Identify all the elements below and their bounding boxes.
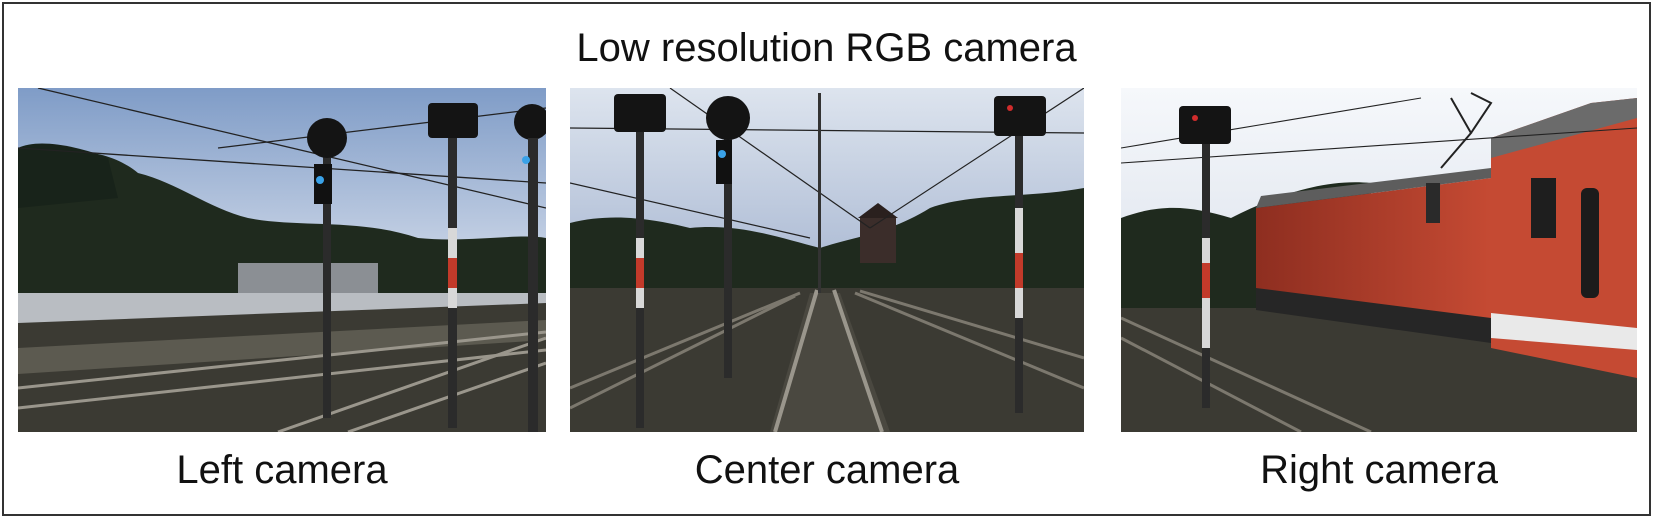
left-camera-scene — [18, 88, 546, 432]
center-camera-caption: Center camera — [694, 448, 960, 492]
left-camera-caption: Left camera — [176, 448, 388, 492]
right-camera-caption: Right camera — [1260, 448, 1498, 492]
left-camera-image — [18, 88, 546, 432]
center-camera-scene — [570, 88, 1084, 432]
right-camera-scene — [1121, 88, 1637, 432]
figure-title: Low resolution RGB camera — [576, 26, 1077, 70]
center-camera-image — [570, 88, 1084, 432]
right-camera-image — [1121, 88, 1637, 432]
